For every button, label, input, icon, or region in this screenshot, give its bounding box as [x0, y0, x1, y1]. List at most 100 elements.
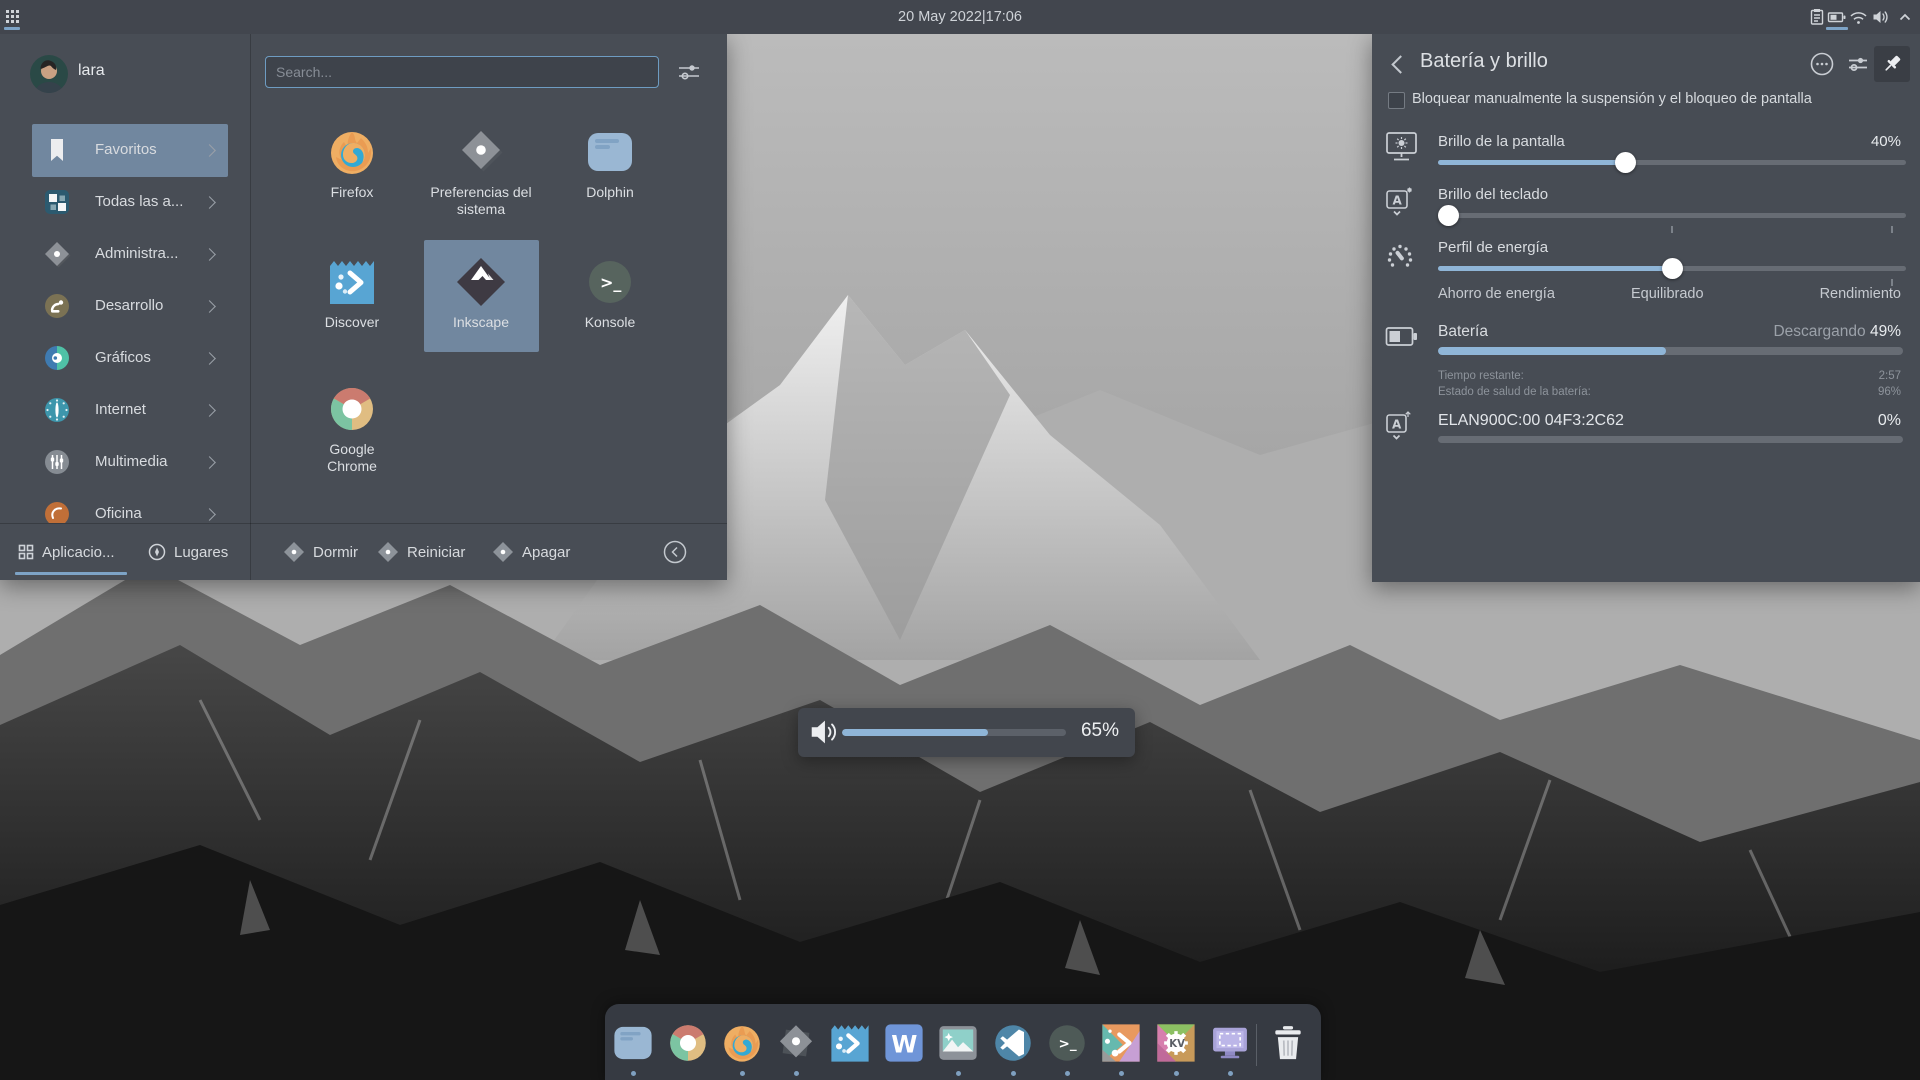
vscode-icon [991, 1021, 1035, 1065]
dock-firefox[interactable] [720, 1021, 764, 1080]
shutdown-icon [492, 541, 514, 563]
slider-handle[interactable] [1438, 205, 1459, 226]
sidebar-item-internet[interactable]: Internet [0, 384, 250, 436]
volume-osd-bar [842, 729, 1066, 736]
dock-system-settings[interactable] [774, 1021, 818, 1080]
slider-handle[interactable] [1662, 258, 1683, 279]
sidebar-item-multimedia[interactable]: Multimedia [0, 436, 250, 488]
tray-expand-button[interactable] [1894, 7, 1916, 27]
volume-tray-icon[interactable] [1869, 7, 1891, 27]
chrome-icon [666, 1021, 710, 1065]
slider-tick [1671, 226, 1673, 233]
tab-lugares[interactable]: Lugares [148, 537, 228, 567]
wifi-tray-icon[interactable] [1847, 7, 1869, 27]
svg-text:A: A [1392, 418, 1402, 432]
pin-button[interactable] [1874, 46, 1910, 82]
tab-aplicaciones[interactable]: Aplicacio... [18, 537, 115, 567]
avatar[interactable] [30, 55, 68, 93]
svg-text:>_: >_ [1059, 1036, 1077, 1052]
running-indicator [740, 1071, 745, 1076]
dock-app-arrow[interactable] [1099, 1021, 1143, 1080]
slider-handle[interactable] [1615, 152, 1636, 173]
sleep-button[interactable]: Dormir [283, 537, 358, 567]
battery-status: Descargando 49% [1773, 323, 1901, 341]
dock-chrome[interactable] [666, 1021, 710, 1080]
sidebar-item-oficina[interactable]: Oficina [0, 488, 250, 523]
running-indicator [1065, 1071, 1070, 1076]
sidebar-item-graficos[interactable]: Gráficos [0, 332, 250, 384]
svg-text:A: A [1393, 194, 1403, 208]
running-indicator [956, 1071, 961, 1076]
screen-brightness-icon [1385, 131, 1419, 163]
app-preferencias-del-sistema[interactable]: Preferencias del sistema [417, 126, 545, 218]
app-discover[interactable]: Discover [288, 256, 416, 331]
application-launcher: lara Favoritos Todas las a... [0, 34, 727, 580]
sidebar-item-todas-las-aplicaciones[interactable]: Todas las a... [0, 176, 250, 228]
chevron-right-icon [203, 508, 216, 521]
konsole-icon: >_ [584, 256, 636, 308]
elan-progressbar [1438, 436, 1903, 443]
profile-stop-performance[interactable]: Rendimiento [1820, 286, 1901, 302]
power-profile-icon [1385, 241, 1415, 271]
dock-dolphin[interactable] [611, 1021, 655, 1080]
spectacle-icon [1208, 1021, 1252, 1065]
sleep-icon [283, 541, 305, 563]
keyboard-brightness-slider[interactable] [1438, 205, 1906, 226]
digital-clock[interactable]: 20 May 2022|17:06 [0, 0, 1920, 34]
dock-kvantum[interactable]: KV [1154, 1021, 1198, 1080]
clipboard-tray-icon[interactable] [1806, 7, 1828, 27]
screen-brightness-value: 40% [1871, 133, 1901, 150]
restart-icon [377, 541, 399, 563]
power-profile-slider[interactable] [1438, 258, 1906, 279]
battery-progressbar [1438, 347, 1903, 355]
configure-button[interactable] [1840, 46, 1876, 82]
profile-stop-powersave[interactable]: Ahorro de energía [1438, 286, 1555, 302]
app-firefox[interactable]: Firefox [288, 126, 416, 201]
discover-icon [828, 1021, 872, 1065]
restart-button[interactable]: Reiniciar [377, 537, 465, 567]
dock-discover[interactable] [828, 1021, 872, 1080]
chevron-left-icon [1391, 55, 1409, 73]
dock-konsole[interactable]: >_ [1045, 1021, 1089, 1080]
sidebar-item-administracion[interactable]: Administra... [0, 228, 250, 280]
dock-w-app[interactable]: W [882, 1021, 926, 1080]
configure-sliders-icon [1845, 51, 1871, 77]
dock-separator [1256, 1024, 1257, 1066]
search-options-icon[interactable] [676, 61, 702, 83]
volume-osd: 65% [798, 708, 1135, 757]
system-diamond-icon [42, 239, 72, 269]
chevron-right-icon [203, 196, 216, 209]
app-konsole[interactable]: >_ Konsole [546, 256, 674, 331]
search-input[interactable] [265, 56, 659, 88]
applications-tab-indicator [15, 572, 127, 575]
battery-brightness-panel: Batería y brillo Bloquear manu [1372, 34, 1920, 582]
sidebar-item-favoritos[interactable]: Favoritos [0, 124, 250, 176]
battery-health-label: Estado de salud de la batería: [1438, 386, 1591, 398]
battery-tray-icon[interactable] [1826, 7, 1848, 27]
gwenview-icon [936, 1021, 980, 1065]
top-panel: 20 May 2022|17:06 [0, 0, 1920, 34]
dock-spectacle[interactable] [1208, 1021, 1252, 1080]
kvantum-icon: KV [1154, 1021, 1198, 1065]
elan-device-icon: A [1385, 410, 1411, 442]
slider-tick [1891, 226, 1893, 233]
sidebar-item-desarrollo[interactable]: Desarrollo [0, 280, 250, 332]
battery-health-value: 96% [1878, 386, 1901, 398]
office-icon [42, 499, 72, 523]
dock-trash[interactable] [1266, 1021, 1310, 1080]
dock-gwenview[interactable] [936, 1021, 980, 1080]
colorful-arrow-app-icon [1099, 1021, 1143, 1065]
app-inkscape[interactable]: Inkscape [417, 256, 545, 331]
collapse-button[interactable] [662, 539, 688, 565]
bookmark-icon [42, 135, 72, 165]
running-indicator [794, 1071, 799, 1076]
screen-brightness-slider[interactable] [1438, 152, 1906, 173]
shutdown-button[interactable]: Apagar [492, 537, 570, 567]
app-google-chrome[interactable]: Google Chrome [288, 383, 416, 475]
profile-stop-balanced[interactable]: Equilibrado [1631, 286, 1704, 302]
block-suspend-checkbox[interactable] [1388, 92, 1405, 109]
w-app-icon: W [882, 1021, 926, 1065]
dock-vscode[interactable] [991, 1021, 1035, 1080]
status-events-button[interactable] [1804, 46, 1840, 82]
app-dolphin[interactable]: Dolphin [546, 126, 674, 201]
